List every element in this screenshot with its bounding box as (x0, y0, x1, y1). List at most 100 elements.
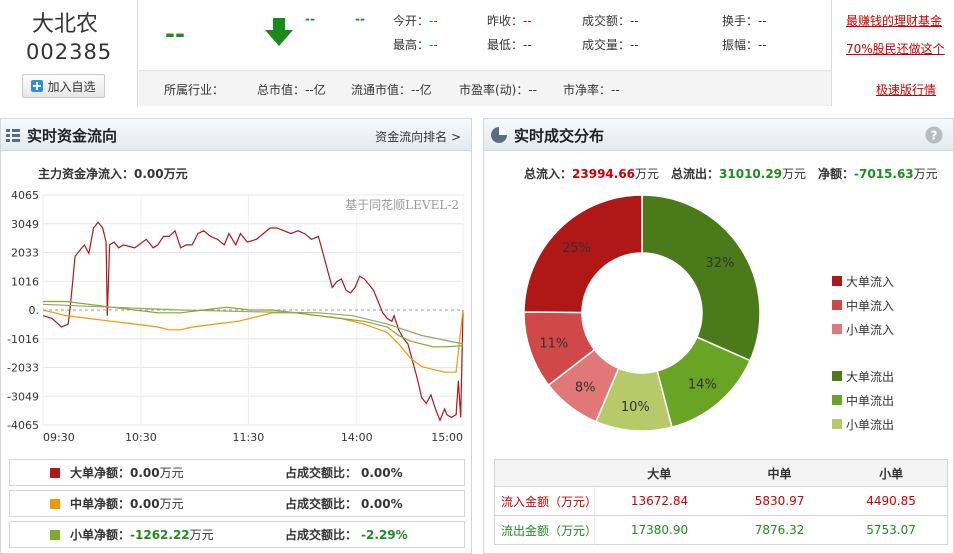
table-cell: 5753.07 (866, 523, 916, 537)
fund-flow-title: 实时资金流向 (27, 127, 118, 145)
legend-swatch (832, 371, 842, 381)
change: -- (305, 12, 315, 26)
stock-code: 002385 (26, 40, 113, 64)
legend-row: 大单净额： 0.00 万元 占成交额比： 0.00% (9, 459, 465, 486)
turnover-field: 换手：-- (722, 14, 767, 28)
table-header-row: 大单 中单 小单 (494, 459, 948, 487)
legend-swatch (50, 529, 60, 540)
amplitude-field: 振幅：-- (722, 38, 767, 52)
legend-ratio: -2.29% (361, 527, 408, 542)
donut-legend-item: 大单流入 (832, 269, 894, 293)
table-row-label: 流入金额（万元） (494, 486, 597, 516)
stock-info-box: 大北农 002385 加入自选 (0, 0, 138, 106)
fund-flow-rank-link[interactable]: 资金流向排名 > (375, 128, 461, 145)
donut-legend-item: 中单流出 (832, 388, 894, 412)
y-tick-label: 2033 (11, 247, 39, 260)
trade-distribution-header: 实时成交分布 ? (484, 119, 953, 151)
fund-flow-line-chart: 4065 3049 2033 1016 0. -1016 -2033 -3049 -4065 09… (7, 189, 464, 444)
y-tick-label: 0. (29, 304, 40, 317)
legend-swatch (832, 419, 842, 429)
open-field: 今开：-- (393, 14, 438, 28)
y-tick-label: 1016 (11, 275, 39, 288)
donut-slice-label: 25% (562, 241, 591, 256)
industry-field: 所属行业： (164, 83, 225, 97)
trade-distribution-donut-chart: 32% 14% 10% 8% 11% 25% (523, 194, 761, 432)
y-tick-label: 4065 (11, 189, 39, 202)
legend-row: 小单净额： -1262.22 万元 占成交额比： -2.29% (9, 521, 465, 548)
table-cell: 7876.32 (754, 523, 805, 537)
legend-label: 小单流入 (846, 322, 895, 337)
plus-icon (31, 80, 44, 92)
float-cap-field: 流通市值：--亿 (351, 83, 432, 97)
low-field: 最低：-- (487, 38, 532, 52)
down-arrow-icon (265, 18, 293, 46)
donut-slice-label: 10% (621, 400, 650, 415)
legend-ratio: 0.00% (361, 496, 403, 511)
table-header-cell: 大单 (647, 466, 672, 481)
add-to-watchlist-button[interactable]: 加入自选 (22, 74, 105, 98)
legend-label: 小单净额： (70, 528, 131, 542)
legend-unit: 万元 (159, 466, 184, 480)
legend-label: 大单净额： (70, 466, 131, 480)
stock-name: 大北农 (32, 12, 99, 37)
table-row: 流入金额（万元） 13672.84 5830.97 4490.85 (494, 486, 948, 516)
table-header-cell (495, 460, 595, 487)
add-to-watchlist-label: 加入自选 (47, 79, 96, 94)
legend-ratio-label: 占成交额比： (285, 466, 358, 480)
table-row: 流出金额（万元） 17380.90 7876.32 5753.07 (494, 515, 948, 545)
trade-distribution-panel: 实时成交分布 ? 总流入：23994.66万元 总流出：31010.29万元 净… (483, 118, 954, 554)
legend-value: 0.00 (130, 496, 160, 511)
ad-link-investors[interactable]: 70%股民还做这个 (846, 40, 945, 57)
high-field: 最高：-- (393, 38, 438, 52)
ad-links: 最赚钱的理财基金 70%股民还做这个 极速版行情 (831, 0, 954, 106)
change-pct: -- (355, 12, 365, 26)
legend-swatch (832, 300, 842, 310)
info-bar: 所属行业： 总市值：--亿 流通市值：--亿 市盈率(动)：-- 市净率：-- (139, 70, 831, 106)
table-cell: 17380.90 (630, 523, 689, 537)
table-header-cell: 中单 (767, 466, 792, 481)
trade-distribution-title: 实时成交分布 (514, 127, 605, 145)
chart-watermark: 基于同花顺LEVEL-2 (345, 197, 459, 212)
market-cap-field: 总市值：--亿 (257, 83, 326, 97)
fast-quote-link[interactable]: 极速版行情 (876, 81, 936, 98)
y-tick-label: -2033 (7, 362, 39, 375)
trade-distribution-table: 大单 中单 小单 流入金额（万元） 13672.84 5830.97 4490.85 流出金… (494, 459, 948, 545)
legend-label: 小单流出 (846, 417, 895, 432)
legend-row: 中单净额： 0.00 万元 占成交额比： 0.00% (9, 490, 465, 517)
legend-value: -1262.22 (130, 527, 190, 542)
help-icon[interactable]: ? (925, 126, 943, 144)
legend-value: 0.00 (130, 465, 160, 480)
total-inflow: 总流入：23994.66万元 (524, 167, 660, 181)
legend-label: 中单净额： (70, 497, 131, 511)
donut-slice-label: 14% (688, 378, 717, 393)
legend-swatch (832, 276, 842, 286)
total-outflow: 总流出：31010.29万元 (671, 167, 807, 181)
prev-close-field: 昨收：-- (487, 14, 532, 28)
legend-ratio: 0.00% (361, 465, 403, 480)
svg-text:?: ? (931, 129, 938, 143)
legend-label: 中单流出 (846, 393, 895, 408)
legend-unit: 万元 (159, 497, 184, 511)
amount-field: 成交额：-- (582, 14, 639, 28)
x-tick-label: 11:30 (233, 431, 265, 444)
ad-link-fund[interactable]: 最赚钱的理财基金 (846, 12, 942, 29)
legend-label: 大单流出 (846, 369, 895, 384)
x-tick-label: 15:00 (431, 431, 463, 444)
legend-label: 中单流入 (846, 298, 895, 313)
donut-slice-label: 32% (705, 256, 734, 271)
table-cell: 5830.97 (754, 494, 805, 508)
fund-flow-legend: 大单净额： 0.00 万元 占成交额比： 0.00% 中单净额： 0.00 万元 占成交额比： 0… (9, 459, 465, 552)
y-tick-label: 3049 (11, 218, 39, 231)
donut-legend-item: 小单流出 (832, 412, 894, 436)
x-tick-label: 10:30 (125, 431, 157, 444)
legend-swatch (50, 467, 60, 478)
donut-legend-item: 大单流出 (832, 364, 894, 388)
donut-legend-item: 小单流入 (832, 317, 894, 341)
legend-ratio-label: 占成交额比： (285, 528, 358, 542)
legend-swatch (832, 395, 842, 405)
y-tick-label: -1016 (7, 333, 39, 346)
net-amount: 净额：-7015.63万元 (818, 167, 938, 181)
quote-area: -- -- -- 今开：-- 昨收：-- 成交额：-- 换手：-- 最高：-- … (139, 0, 831, 70)
list-chart-icon (6, 129, 20, 142)
donut-slice-label: 11% (539, 337, 568, 352)
